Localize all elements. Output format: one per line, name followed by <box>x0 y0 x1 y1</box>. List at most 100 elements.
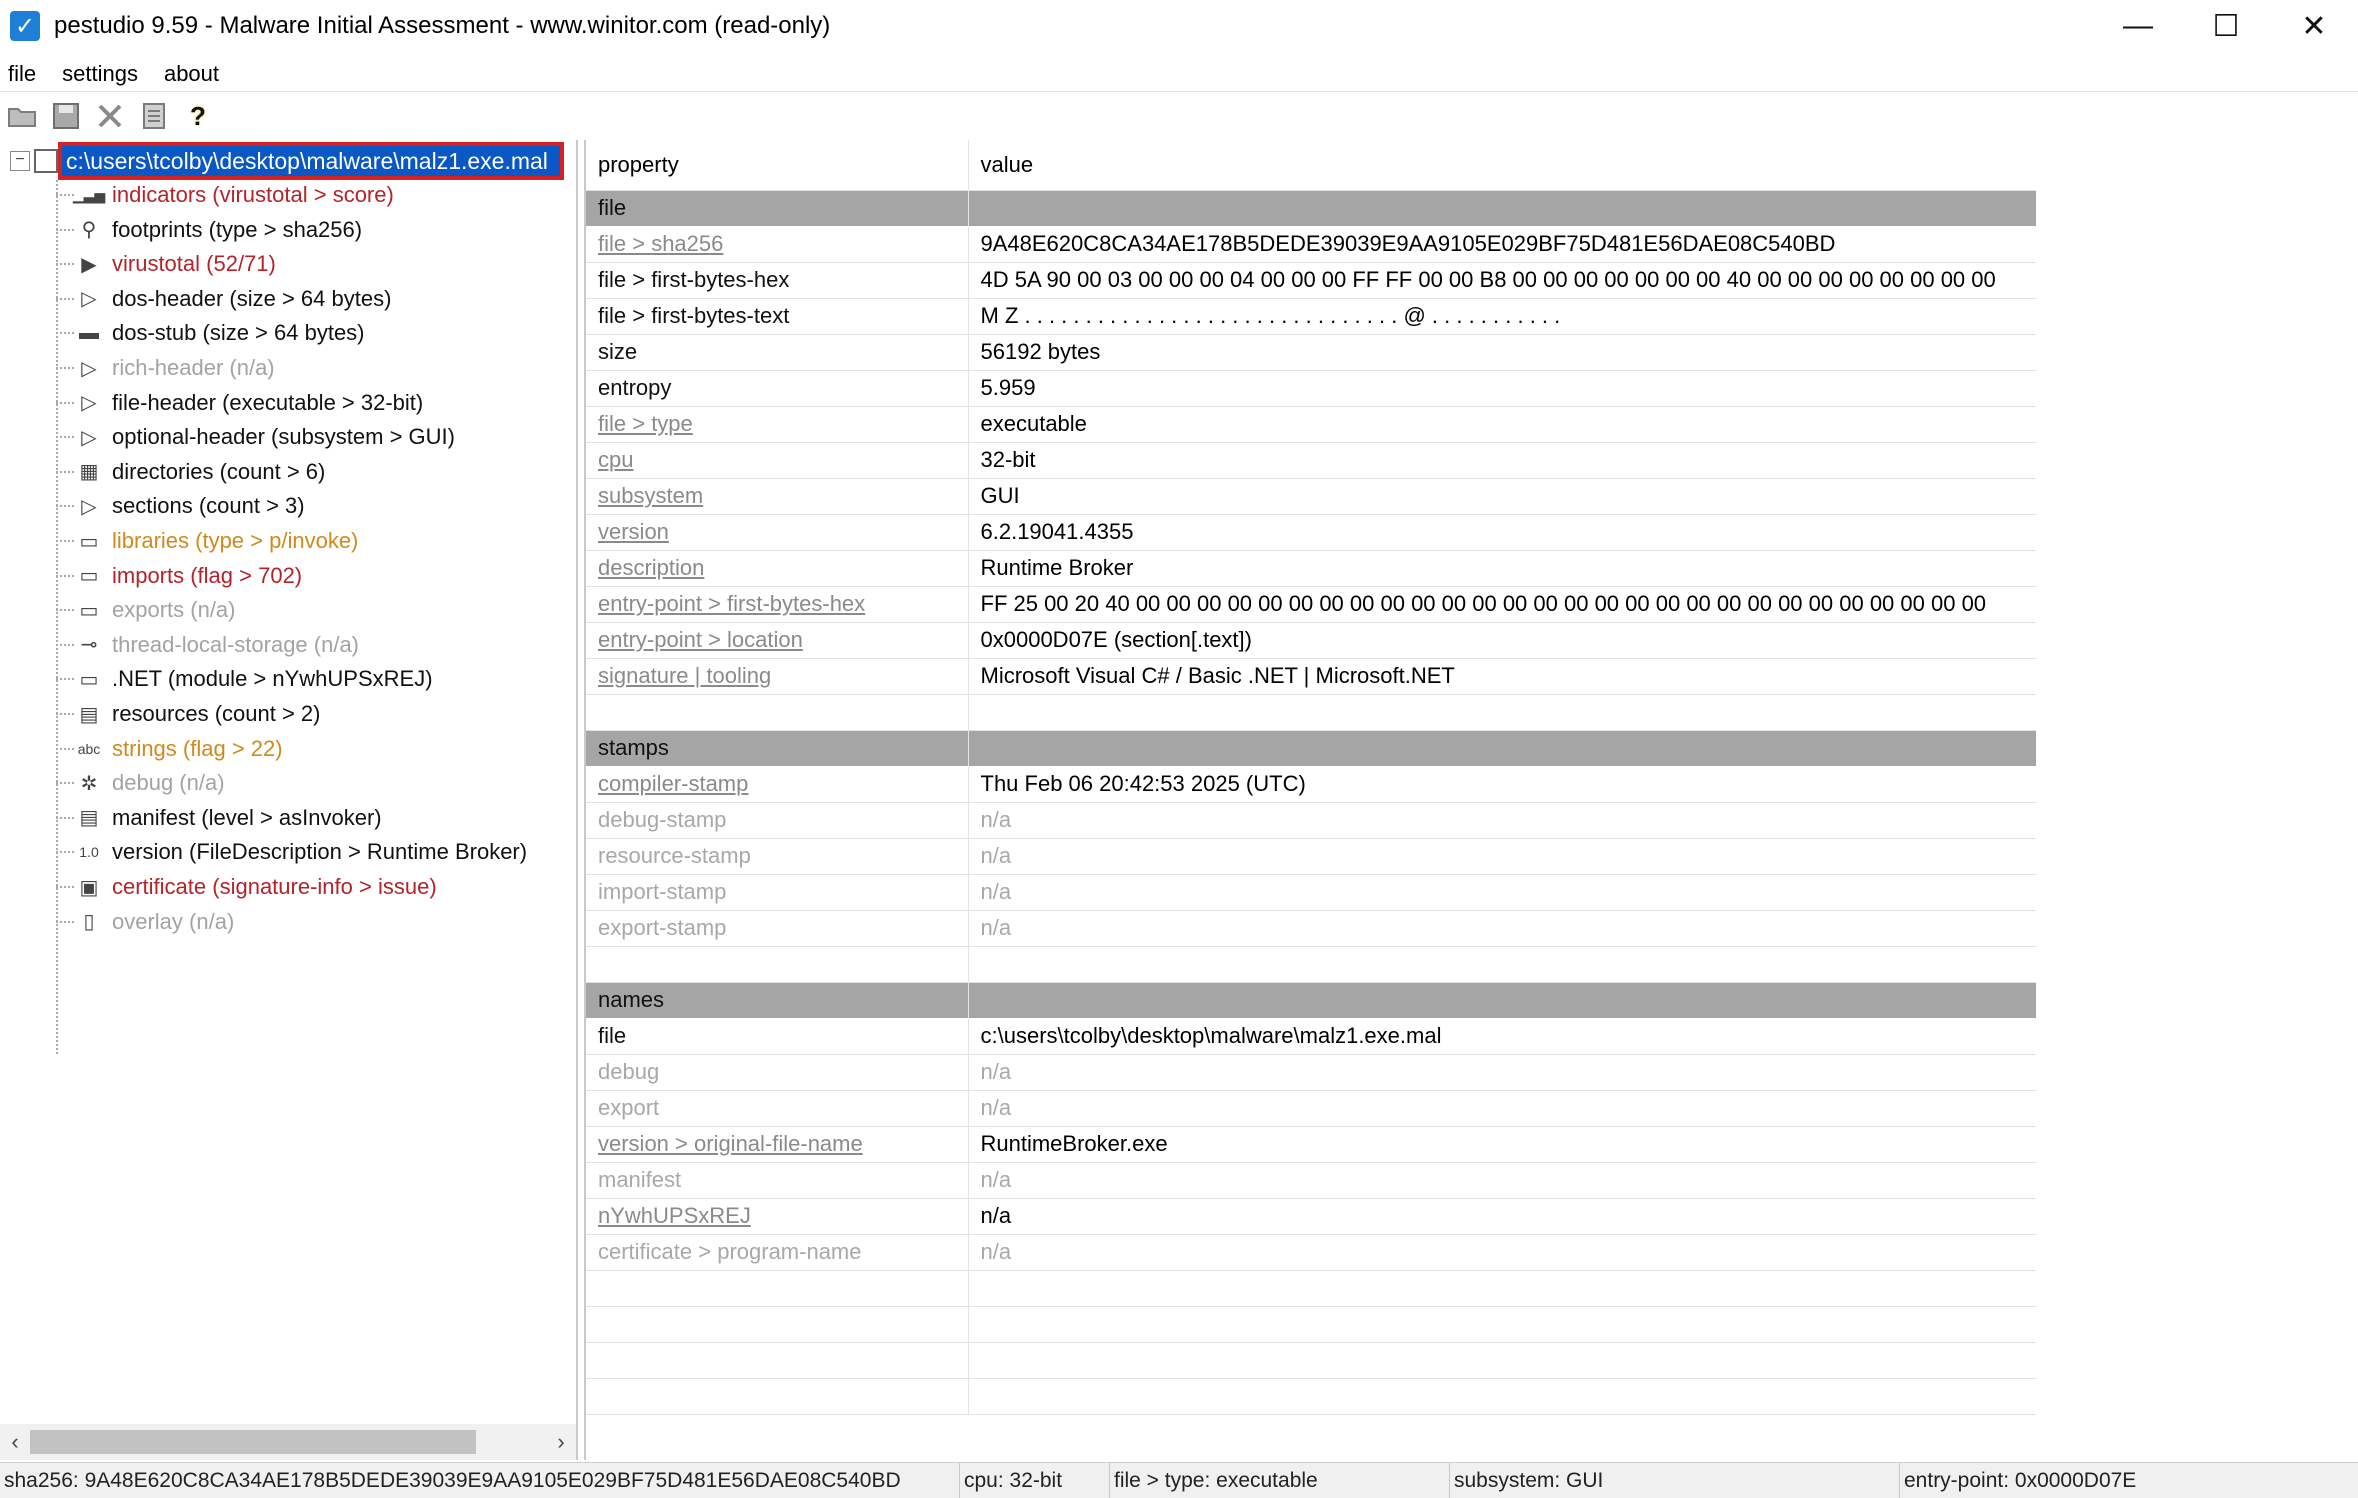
tree-item[interactable]: ▷ sections (count > 3) <box>56 489 305 523</box>
tree-item[interactable]: abc strings (flag > 22) <box>56 732 283 766</box>
property-cell[interactable]: signature | tooling <box>586 658 969 695</box>
document-icon[interactable] <box>134 98 174 134</box>
table-row[interactable]: version > original-file-name RuntimeBroke… <box>586 1126 2036 1163</box>
property-label[interactable]: version > original-file-name <box>598 1131 863 1156</box>
table-row[interactable]: file > sha256 9A48E620C8CA34AE178B5DEDE39… <box>586 226 2036 263</box>
tree-item[interactable]: ⊸ thread-local-storage (n/a) <box>56 628 359 662</box>
table-row[interactable]: signature | tooling Microsoft Visual C# /… <box>586 658 2036 695</box>
property-label[interactable]: version <box>598 519 669 544</box>
property-cell[interactable]: nYwhUPSxREJ <box>586 1198 969 1235</box>
property-cell[interactable]: subsystem <box>586 478 969 515</box>
tree-item[interactable]: ▭ exports (n/a) <box>56 593 236 627</box>
scroll-left-icon[interactable]: ‹ <box>0 1429 30 1455</box>
collapse-icon[interactable]: − <box>10 151 30 171</box>
tree-item[interactable]: ▤ resources (count > 2) <box>56 697 320 731</box>
property-cell[interactable]: cpu <box>586 442 969 479</box>
table-row[interactable]: cpu 32-bit <box>586 442 2036 479</box>
tree-item[interactable]: ▭ imports (flag > 702) <box>56 559 302 593</box>
expand-icon[interactable]: ▷ <box>74 492 104 520</box>
tree-item[interactable]: ▷ rich-header (n/a) <box>56 351 275 385</box>
table-row[interactable]: entry-point > location 0x0000D07E (sectio… <box>586 622 2036 659</box>
tree-item[interactable]: ▣ certificate (signature-info > issue) <box>56 870 437 904</box>
scroll-track[interactable] <box>30 1428 546 1456</box>
tree-item[interactable]: ▬ dos-stub (size > 64 bytes) <box>56 316 365 350</box>
table-row[interactable]: import-stamp n/a <box>586 874 2036 911</box>
tree-item[interactable]: ▤ manifest (level > asInvoker) <box>56 801 382 835</box>
tree-item[interactable]: ▦ directories (count > 6) <box>56 455 325 489</box>
expand-icon[interactable]: ▷ <box>74 389 104 417</box>
close-button[interactable]: ✕ <box>2270 0 2358 52</box>
tree-item-label: libraries (type > p/invoke) <box>112 528 359 553</box>
help-icon[interactable]: ? <box>178 98 218 134</box>
table-row[interactable]: export-stamp n/a <box>586 910 2036 947</box>
table-row[interactable]: subsystem GUI <box>586 478 2036 515</box>
tree-item[interactable]: ▯ overlay (n/a) <box>56 905 234 939</box>
table-row[interactable]: entropy 5.959 <box>586 370 2036 407</box>
save-icon[interactable] <box>46 98 86 134</box>
column-header-property[interactable]: property <box>586 140 969 191</box>
tree-horizontal-scrollbar[interactable]: ‹ › <box>0 1424 576 1460</box>
property-cell[interactable]: file > type <box>586 406 969 443</box>
maximize-button[interactable]: ☐ <box>2182 0 2270 52</box>
property-label[interactable]: entry-point > location <box>598 627 803 652</box>
column-header-value[interactable]: value <box>968 140 2036 191</box>
property-cell[interactable]: description <box>586 550 969 587</box>
tree-item[interactable]: ▷ dos-header (size > 64 bytes) <box>56 282 391 316</box>
table-row[interactable]: debug-stamp n/a <box>586 802 2036 839</box>
expand-icon[interactable]: ▷ <box>74 285 104 313</box>
property-label[interactable]: subsystem <box>598 483 703 508</box>
minimize-button[interactable]: — <box>2094 0 2182 52</box>
property-label[interactable]: description <box>598 555 704 580</box>
table-row[interactable]: resource-stamp n/a <box>586 838 2036 875</box>
tree-item[interactable]: ▁▃▅ indicators (virustotal > score) <box>56 178 394 212</box>
table-row[interactable]: file > first-bytes-hex 4D 5A 90 00 03 00 … <box>586 262 2036 299</box>
menu-about[interactable]: about <box>156 61 227 87</box>
table-row[interactable]: entry-point > first-bytes-hex FF 25 00 20… <box>586 586 2036 623</box>
tree-item[interactable]: ⚲ footprints (type > sha256) <box>56 213 362 247</box>
menu-settings[interactable]: settings <box>54 61 146 87</box>
property-cell[interactable]: version <box>586 514 969 551</box>
property-cell[interactable]: file > sha256 <box>586 226 969 263</box>
scroll-thumb[interactable] <box>30 1430 476 1454</box>
table-row[interactable]: compiler-stamp Thu Feb 06 20:42:53 2025 (… <box>586 766 2036 803</box>
table-row[interactable]: size 56192 bytes <box>586 334 2036 371</box>
property-cell[interactable]: compiler-stamp <box>586 766 969 803</box>
property-label[interactable]: signature | tooling <box>598 663 771 688</box>
table-row[interactable]: version 6.2.19041.4355 <box>586 514 2036 551</box>
scroll-right-icon[interactable]: › <box>546 1429 576 1455</box>
table-row[interactable]: description Runtime Broker <box>586 550 2036 587</box>
table-row[interactable]: nYwhUPSxREJ n/a <box>586 1198 2036 1235</box>
table-row[interactable]: manifest n/a <box>586 1162 2036 1199</box>
property-label[interactable]: nYwhUPSxREJ <box>598 1203 751 1228</box>
tree-item[interactable]: ✲ debug (n/a) <box>56 766 225 800</box>
expand-icon[interactable]: ▷ <box>74 423 104 451</box>
property-cell[interactable]: version > original-file-name <box>586 1126 969 1163</box>
tree-item[interactable]: 1.0 version (FileDescription > Runtime Br… <box>56 835 527 869</box>
table-row[interactable]: file c:\users\tcolby\desktop\malware\malz… <box>586 1018 2036 1055</box>
tree-root-label[interactable]: c:\users\tcolby\desktop\malware\malz1.ex… <box>58 142 564 180</box>
property-cell[interactable]: entry-point > location <box>586 622 969 659</box>
tree-item[interactable]: ▶ virustotal (52/71) <box>56 247 276 281</box>
tree-item[interactable]: ▷ optional-header (subsystem > GUI) <box>56 420 455 454</box>
property-label[interactable]: file > type <box>598 411 693 436</box>
property-cell[interactable]: entry-point > first-bytes-hex <box>586 586 969 623</box>
expand-icon[interactable]: ▷ <box>74 354 104 382</box>
tree-item[interactable]: ▭ libraries (type > p/invoke) <box>56 524 358 558</box>
close-file-icon[interactable] <box>90 98 130 134</box>
tree-item[interactable]: ▭ .NET (module > nYwhUPSxREJ) <box>56 662 433 696</box>
table-row[interactable]: file > first-bytes-text M Z . . . . . . .… <box>586 298 2036 335</box>
table-row[interactable]: export n/a <box>586 1090 2036 1127</box>
open-folder-icon[interactable] <box>2 98 42 134</box>
table-row[interactable]: file > type executable <box>586 406 2036 443</box>
tree-item[interactable]: ▷ file-header (executable > 32-bit) <box>56 386 423 420</box>
section-title: file <box>586 190 969 227</box>
table-row[interactable]: debug n/a <box>586 1054 2036 1091</box>
property-label[interactable]: entry-point > first-bytes-hex <box>598 591 865 616</box>
property-label[interactable]: cpu <box>598 447 633 472</box>
tree-root[interactable]: − c:\users\tcolby\desktop\malware\malz1.… <box>10 142 564 180</box>
property-label[interactable]: file > sha256 <box>598 231 723 256</box>
property-label[interactable]: compiler-stamp <box>598 771 748 796</box>
table-row[interactable]: certificate > program-name n/a <box>586 1234 2036 1271</box>
tree-view[interactable]: − c:\users\tcolby\desktop\malware\malz1.… <box>0 140 578 1422</box>
menu-file[interactable]: file <box>0 61 44 87</box>
